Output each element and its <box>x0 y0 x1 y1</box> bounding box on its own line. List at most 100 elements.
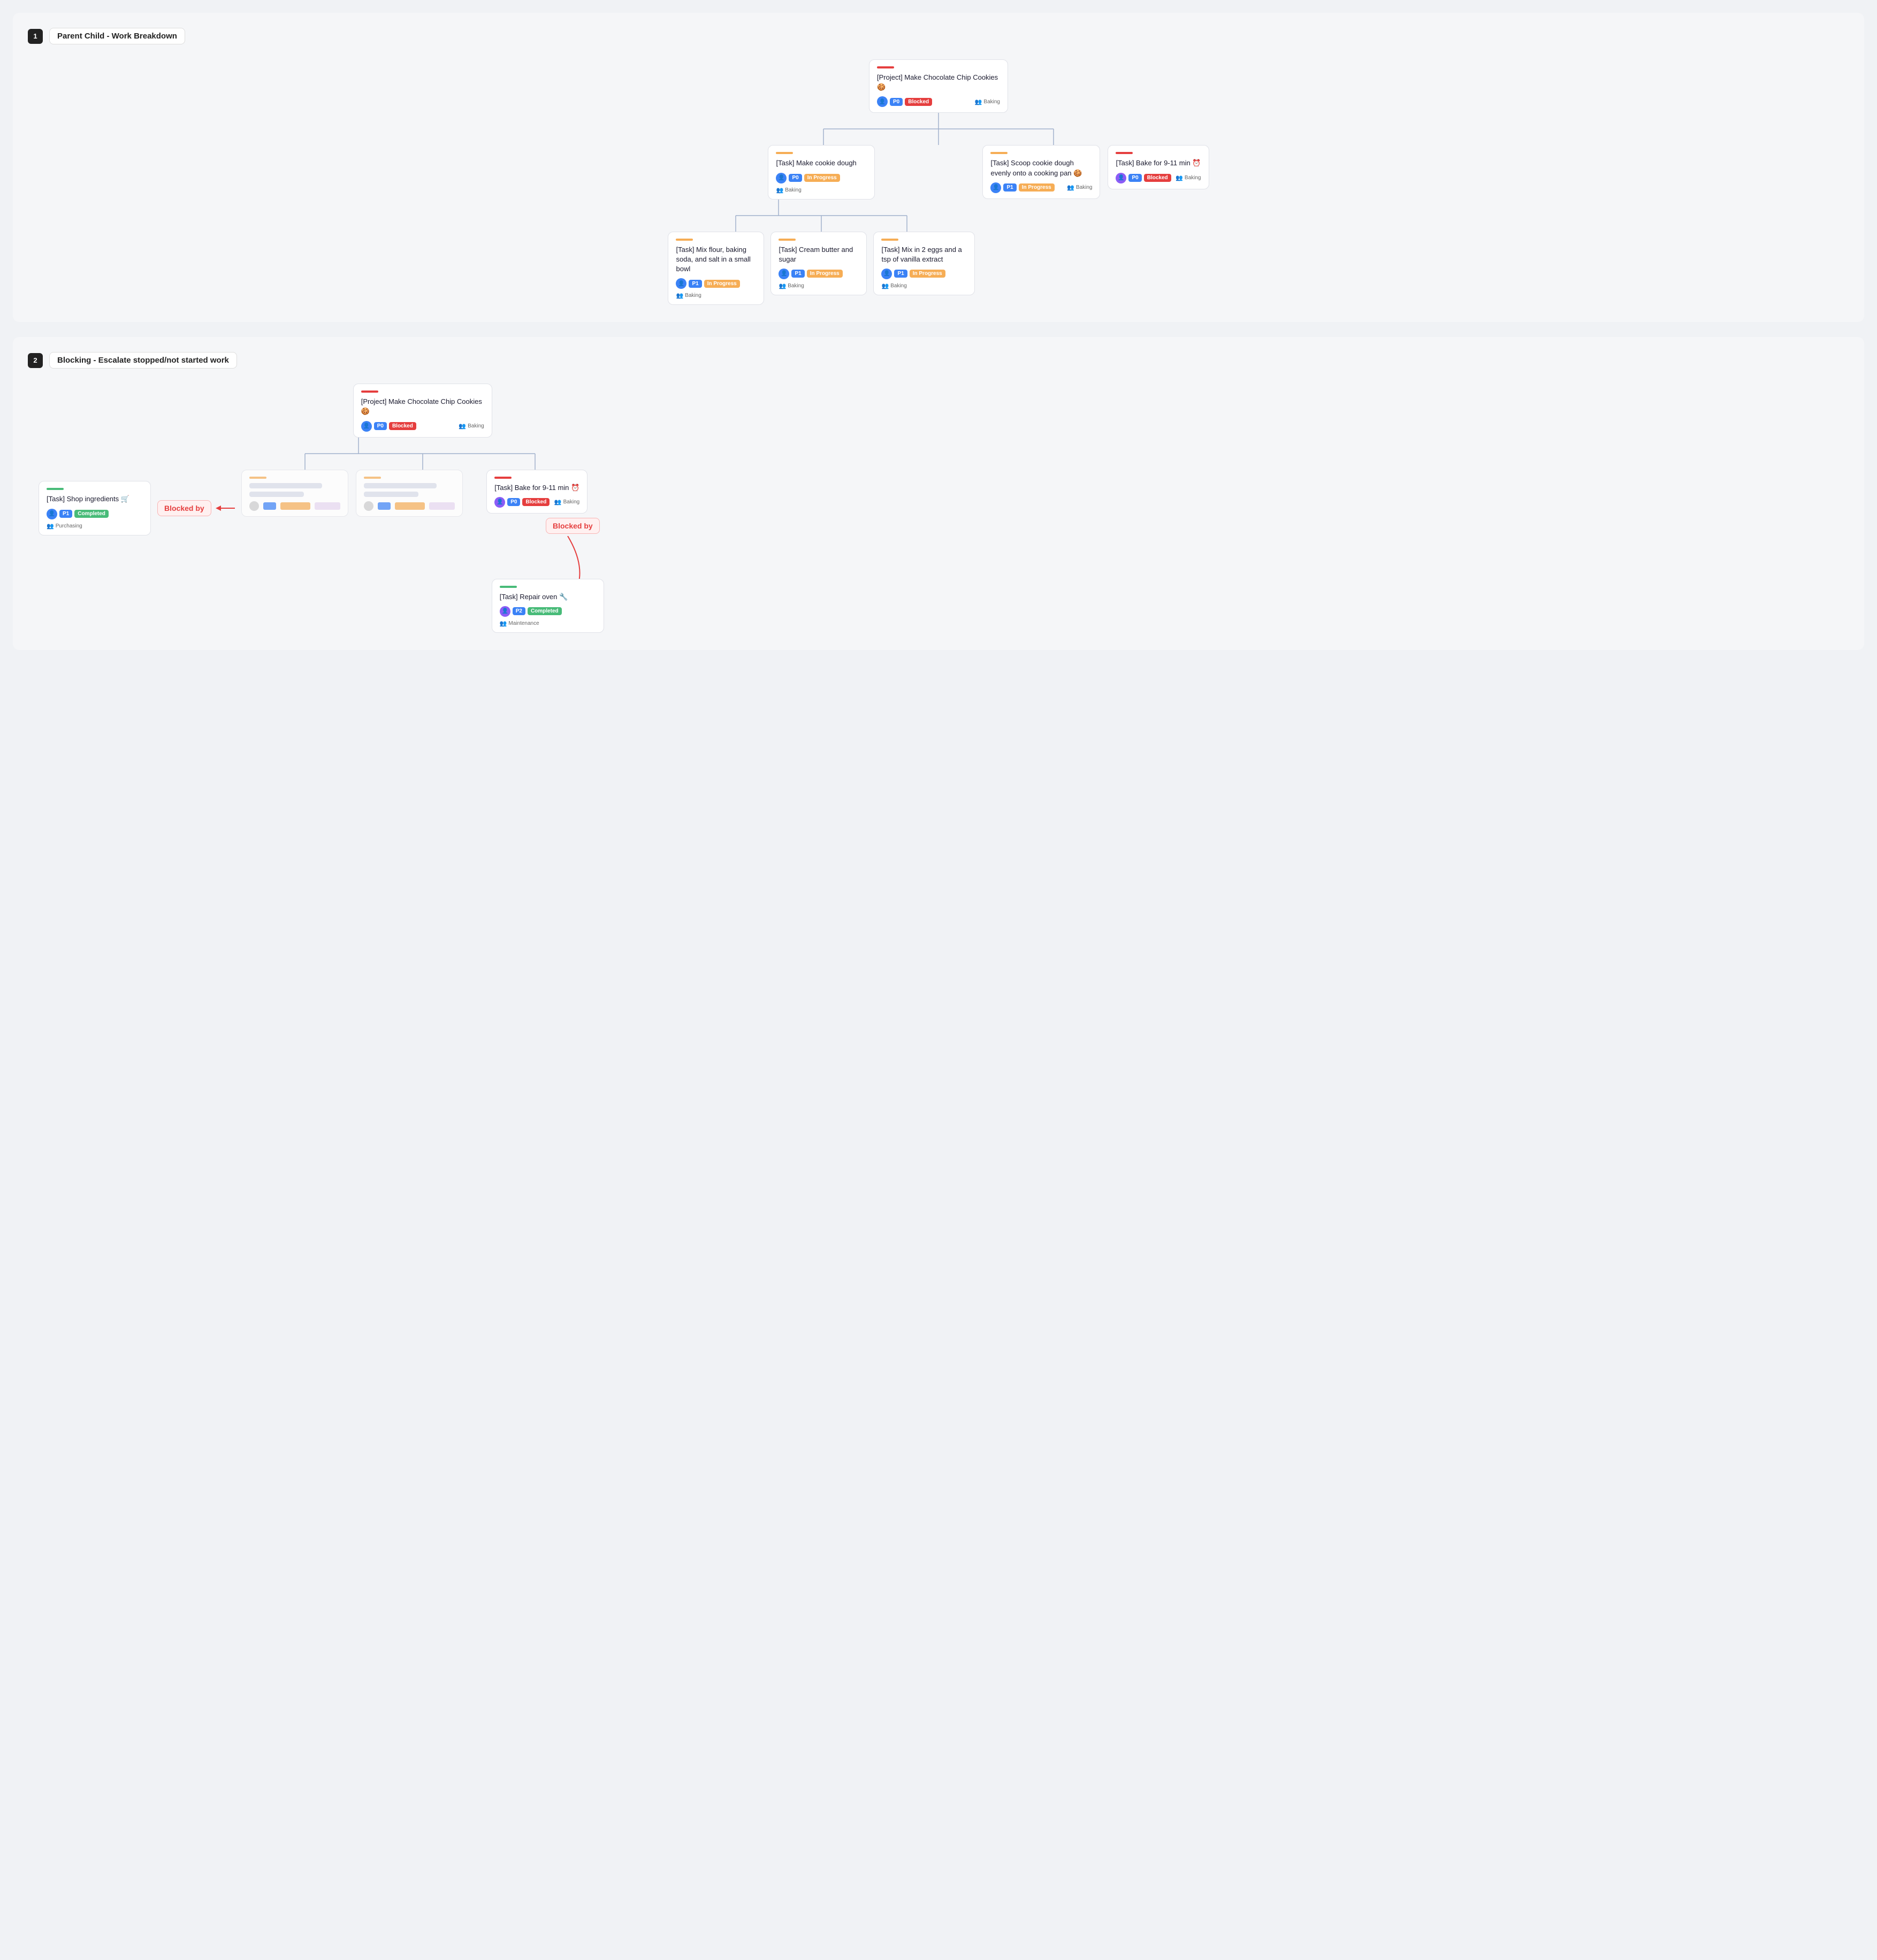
l3-card-1[interactable]: [Task] Mix flour, baking soda, and salt … <box>668 232 764 305</box>
blocked-by-indicator: Blocked by <box>157 500 235 516</box>
shop-priority: P1 <box>59 510 72 518</box>
shop-task-card[interactable]: [Task] Shop ingredients 🛒 👤 P1 Completed… <box>39 481 151 535</box>
blur-team-2 <box>429 502 455 510</box>
l2-2-avatar: 👤 <box>990 182 1001 193</box>
root-card[interactable]: [Project] Make Chocolate Chip Cookies 🍪 … <box>869 59 1008 113</box>
s2-children: [Task] Bake for 9-11 min ⏰ 👤 P0 Blocked … <box>241 470 604 633</box>
l3-card-2[interactable]: [Task] Cream butter and sugar 👤 P1 In Pr… <box>770 232 867 295</box>
l3-1-avatar: 👤 <box>676 278 686 289</box>
s2-project-priority: P0 <box>374 422 387 430</box>
root-team: 👥 Baking <box>975 98 1000 105</box>
l2-1-status: In Progress <box>804 174 840 182</box>
bake-avatar: 👤 <box>494 497 505 508</box>
repair-team: 👥 Maintenance <box>500 620 539 627</box>
l2-card-1-title: [Task] Make cookie dough <box>776 158 867 168</box>
root-status-badge: Blocked <box>905 98 932 106</box>
l2-1-priority: P0 <box>789 174 802 182</box>
l3-card-3[interactable]: [Task] Mix in 2 eggs and a tsp of vanill… <box>873 232 975 295</box>
blur-dot-1 <box>249 501 259 511</box>
l3-1-team: 👥 Baking <box>676 292 701 299</box>
s2-blurred-card-2 <box>356 470 463 517</box>
section-2: 2 Blocking - Escalate stopped/not starte… <box>13 337 1864 650</box>
l2-card-3-title: [Task] Bake for 9-11 min ⏰ <box>1116 158 1201 168</box>
arrow-left-icon <box>216 503 235 513</box>
root-priority-badge: P0 <box>890 98 903 106</box>
bake-team: 👥 Baking <box>554 499 579 506</box>
section-1-title: Parent Child - Work Breakdown <box>49 28 185 44</box>
l2-3-avatar: 👤 <box>1116 173 1126 183</box>
repair-avatar: 👤 <box>500 606 510 617</box>
l2-card-2-title: [Task] Scoop cookie dough evenly onto a … <box>990 158 1092 178</box>
section-2-title: Blocking - Escalate stopped/not started … <box>49 352 237 369</box>
l2-card-1-accent <box>776 152 793 154</box>
blur-team-1 <box>315 502 340 510</box>
l2-card-1[interactable]: [Task] Make cookie dough 👤 P0 In Progres… <box>768 145 875 199</box>
s2-project-status: Blocked <box>389 422 416 430</box>
blur-badge-1 <box>263 502 276 510</box>
l2-card-3[interactable]: [Task] Bake for 9-11 min ⏰ 👤 P0 Blocked … <box>1108 145 1209 189</box>
l3-card-3-title: [Task] Mix in 2 eggs and a tsp of vanill… <box>881 245 967 264</box>
s2-project-team: 👥 Baking <box>459 423 484 430</box>
s2-project-card[interactable]: [Project] Make Chocolate Chip Cookies 🍪 … <box>353 384 492 437</box>
section-2-header: 2 Blocking - Escalate stopped/not starte… <box>28 352 1849 369</box>
l3-2-team: 👥 Baking <box>779 282 804 289</box>
shop-status: Completed <box>74 510 109 518</box>
root-footer-left: 👤 P0 Blocked <box>877 96 932 107</box>
l3-2-status: In Progress <box>807 270 843 278</box>
section-1-header: 1 Parent Child - Work Breakdown <box>28 28 1849 44</box>
root-card-footer: 👤 P0 Blocked 👥 Baking <box>877 96 1000 107</box>
section-1-number: 1 <box>28 29 43 44</box>
l2-3-priority: P0 <box>1128 174 1141 182</box>
l3-3-status: In Progress <box>910 270 945 278</box>
s2-repair-card[interactable]: [Task] Repair oven 🔧 👤 P2 Completed 👥 <box>492 579 604 633</box>
l2-card-3-footer: 👤 P0 Blocked 👥 Baking <box>1116 173 1201 183</box>
s2-repair-title: [Task] Repair oven 🔧 <box>500 592 596 602</box>
s2-blurred-card-1 <box>241 470 348 517</box>
l3-card-2-title: [Task] Cream butter and sugar <box>779 245 859 264</box>
l3-1-status: In Progress <box>704 280 740 288</box>
l3-3-priority: P1 <box>894 270 907 278</box>
l2-col-3: [Task] Bake for 9-11 min ⏰ 👤 P0 Blocked … <box>1108 145 1209 189</box>
root-card-title: [Project] Make Chocolate Chip Cookies 🍪 <box>877 73 1000 92</box>
blur-badge-yellow-2 <box>395 502 425 510</box>
s2-project-title: [Project] Make Chocolate Chip Cookies 🍪 <box>361 397 484 416</box>
bake-status: Blocked <box>522 498 550 506</box>
l2-3-team: 👥 Baking <box>1176 174 1201 181</box>
l3-2-priority: P1 <box>791 270 804 278</box>
shop-task-title: [Task] Shop ingredients 🛒 <box>47 494 143 504</box>
section-1-tree: [Project] Make Chocolate Chip Cookies 🍪 … <box>28 59 1849 305</box>
repair-priority: P2 <box>513 607 525 615</box>
level-2: [Task] Make cookie dough 👤 P0 In Progres… <box>668 145 1209 305</box>
s2-project-col: [Project] Make Chocolate Chip Cookies 🍪 … <box>241 384 604 633</box>
blur-badge-2 <box>378 502 391 510</box>
s2-repair-wrapper: [Task] Repair oven 🔧 👤 P2 Completed 👥 <box>492 579 604 633</box>
l2-card-2-footer: 👤 P1 In Progress 👥 Baking <box>990 182 1092 193</box>
blocked-by-label-1: Blocked by <box>157 500 211 516</box>
l3-2-avatar: 👤 <box>779 269 789 279</box>
l3-card-1-title: [Task] Mix flour, baking soda, and salt … <box>676 245 756 274</box>
l3-3-team: 👥 Baking <box>881 282 906 289</box>
section-2-number: 2 <box>28 353 43 368</box>
l2-2-team: 👥 Baking <box>1067 184 1092 191</box>
root-card-accent <box>877 66 894 68</box>
section-1: 1 Parent Child - Work Breakdown [Project… <box>13 13 1864 322</box>
s2-bake-col: [Task] Bake for 9-11 min ⏰ 👤 P0 Blocked … <box>470 470 604 633</box>
shop-team: 👥 Purchasing <box>47 523 82 530</box>
l3-3-avatar: 👤 <box>881 269 892 279</box>
l2-2-status: In Progress <box>1019 183 1055 192</box>
shop-avatar: 👤 <box>47 509 57 519</box>
l2-card-1-footer: 👤 P0 In Progress 👥 Baking <box>776 173 867 194</box>
l2-col-2: [Task] Scoop cookie dough evenly onto a … <box>982 145 1100 198</box>
root-avatar: 👤 <box>877 96 888 107</box>
l2-1-avatar: 👤 <box>776 173 787 183</box>
l2-2-priority: P1 <box>1003 183 1016 192</box>
blocked-by-label-2: Blocked by <box>546 518 600 534</box>
l2-card-2[interactable]: [Task] Scoop cookie dough evenly onto a … <box>982 145 1100 198</box>
s2-bake-card[interactable]: [Task] Bake for 9-11 min ⏰ 👤 P0 Blocked … <box>486 470 587 514</box>
bake-priority: P0 <box>507 498 520 506</box>
blur-badge-yellow-1 <box>280 502 310 510</box>
l2-col-1: [Task] Make cookie dough 👤 P0 In Progres… <box>668 145 975 305</box>
s2-top-row: [Task] Shop ingredients 🛒 👤 P1 Completed… <box>39 384 604 633</box>
l3-1-priority: P1 <box>689 280 701 288</box>
s2-project-avatar: 👤 <box>361 421 372 432</box>
